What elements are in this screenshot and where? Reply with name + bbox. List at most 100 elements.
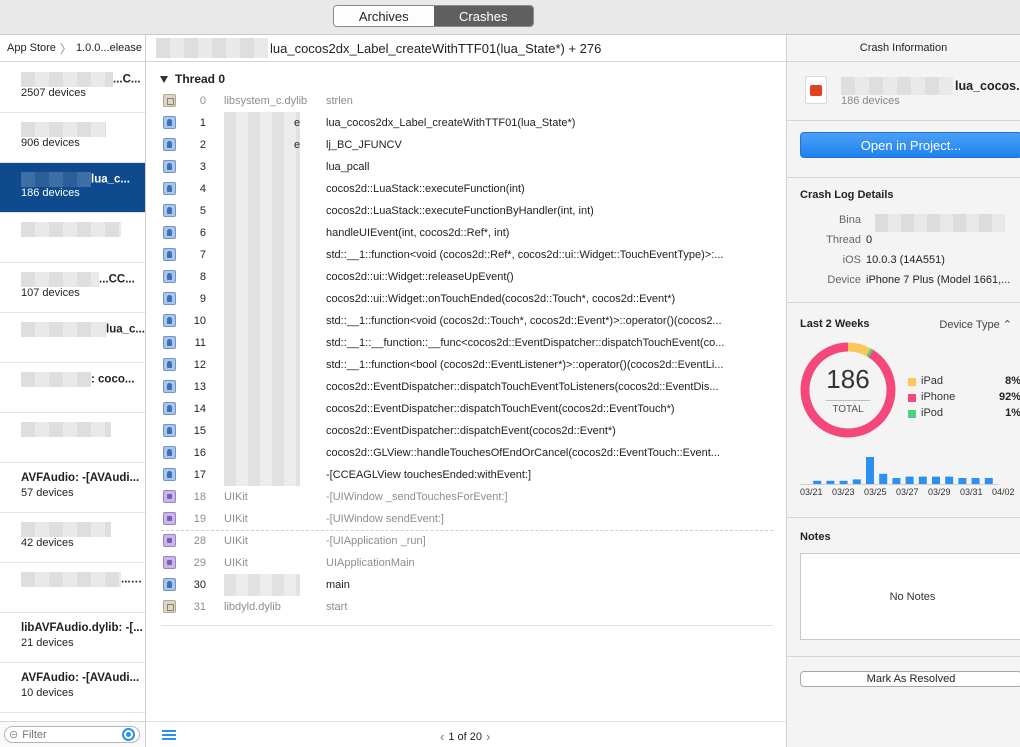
frame-symbol: cocos2d::ui::Widget::releaseUpEvent() xyxy=(326,271,514,283)
breadcrumb-version[interactable]: 1.0.0...elease xyxy=(76,42,142,54)
crash-group-item[interactable]: lua_c... 186 devices xyxy=(0,163,145,213)
crash-group-item[interactable]: lua_c... xyxy=(0,313,145,363)
frame-symbol: -[UIWindow sendEvent:] xyxy=(326,513,444,525)
crash-group-item[interactable]: AVFAudio: -[AVAudi... 10 devices xyxy=(0,663,145,713)
crashes-tab[interactable]: Crashes xyxy=(433,6,533,26)
open-in-project-button[interactable]: Open in Project... xyxy=(800,132,1020,158)
user-frame-icon xyxy=(163,270,176,283)
frame-row[interactable]: 18 UIKit -[UIWindow _sendTouchesForEvent:] xyxy=(146,486,786,508)
frame-row[interactable]: 5 cocos2d::LuaStack::executeFunctionByHan… xyxy=(146,200,786,222)
crash-group-item[interactable]: 906 devices xyxy=(0,113,145,163)
crash-group-item[interactable]: libAVFAudio.dylib: -[... 21 devices xyxy=(0,613,145,663)
last-two-weeks-title: Last 2 Weeks xyxy=(800,318,870,330)
thread-header[interactable]: Thread 0 xyxy=(160,72,225,86)
frame-row[interactable]: 30 main xyxy=(146,574,786,596)
frame-row[interactable]: 31 libdyld.dylib start xyxy=(146,596,786,618)
frame-row[interactable]: 17 -[CCEAGLView touchesEnded:withEvent:] xyxy=(146,464,786,486)
histogram-date-label: 03/27 xyxy=(896,487,919,497)
previous-arrow-icon[interactable]: ‹ xyxy=(436,729,448,744)
crash-group-item[interactable]: ...C... 2507 devices xyxy=(0,63,145,113)
archives-tab[interactable]: Archives xyxy=(334,6,434,26)
redacted-library xyxy=(224,266,300,288)
crash-group-item[interactable]: ...co... xyxy=(0,563,145,613)
crash-group-item[interactable]: ...CC... 107 devices xyxy=(0,263,145,313)
frame-row[interactable]: 12 std::__1::function<bool (cocos2d::Even… xyxy=(146,354,786,376)
donut-slice-ipod xyxy=(866,348,874,358)
histogram-date-label: 04/02 xyxy=(992,487,1015,497)
frame-row[interactable]: 0 libsystem_c.dylib strlen xyxy=(146,90,786,112)
frame-row[interactable]: 1 e lua_cocos2dx_Label_createWithTTF01(lua… xyxy=(146,112,786,134)
frame-row[interactable]: 19 UIKit -[UIWindow sendEvent:] xyxy=(146,508,786,530)
crash-group-item[interactable] xyxy=(0,413,145,463)
frame-row[interactable]: 11 std::__1::__function::__func<cocos2d::… xyxy=(146,332,786,354)
frame-row[interactable]: 13 cocos2d::EventDispatcher::dispatchTouc… xyxy=(146,376,786,398)
frame-symbol: -[UIWindow _sendTouchesForEvent:] xyxy=(326,491,508,503)
frame-row[interactable]: 15 cocos2d::EventDispatcher::dispatchEven… xyxy=(146,420,786,442)
redacted-title xyxy=(21,222,121,237)
app-summary: lua_cocos... 186 devices xyxy=(803,73,1020,113)
redacted-library xyxy=(224,288,300,310)
frame-gap-separator xyxy=(161,530,773,531)
redacted-title xyxy=(21,572,121,587)
frame-row[interactable]: 4 cocos2d::LuaStack::executeFunction(int) xyxy=(146,178,786,200)
frame-symbol: handleUIEvent(int, cocos2d::Ref*, int) xyxy=(326,227,510,239)
crash-group-item[interactable]: AVFAudio: -[AVAudi... 57 devices xyxy=(0,463,145,513)
donut-slice-ipad xyxy=(847,342,871,357)
crash-group-item[interactable]: 42 devices xyxy=(0,513,145,563)
backtrace-footer: ‹ 1 of 20 › xyxy=(146,721,786,747)
pager-label: 1 of 20 xyxy=(448,730,482,743)
frame-row[interactable]: 10 std::__1::function<void (cocos2d::Touc… xyxy=(146,310,786,332)
thread-label: Thread 0 xyxy=(175,72,226,86)
frame-row[interactable]: 28 UIKit -[UIApplication _run] xyxy=(146,530,786,552)
device-type-popup[interactable]: Device Type ⌃ xyxy=(939,318,1012,331)
frame-library: UIKit xyxy=(224,491,248,503)
target-icon[interactable] xyxy=(122,728,135,741)
device-donut-chart: 186 TOTAL xyxy=(798,340,898,440)
frame-row[interactable]: 8 cocos2d::ui::Widget::releaseUpEvent() xyxy=(146,266,786,288)
frame-row[interactable]: 14 cocos2d::EventDispatcher::dispatchTouc… xyxy=(146,398,786,420)
crash-group-title-text: ...co... xyxy=(121,573,145,586)
frame-library: libsystem_c.dylib xyxy=(224,95,308,107)
frame-number: 3 xyxy=(199,161,206,173)
frame-number: 18 xyxy=(193,491,206,503)
notes-box[interactable]: No Notes xyxy=(800,553,1020,640)
frame-row[interactable]: 6 handleUIEvent(int, cocos2d::Ref*, int) xyxy=(146,222,786,244)
frame-row[interactable]: 2 e lj_BC_JFUNCV xyxy=(146,134,786,156)
histogram-baseline xyxy=(800,484,999,485)
crash-title: lua_cocos2dx_Label_createWithTTF01(lua_S… xyxy=(270,40,602,56)
mark-as-resolved-button[interactable]: Mark As Resolved xyxy=(800,671,1020,687)
frame-row[interactable]: 16 cocos2d::GLView::handleTouchesOfEndOrC… xyxy=(146,442,786,464)
crash-group-devices: 2507 devices xyxy=(21,87,86,99)
crash-group-item[interactable]: : coco... xyxy=(0,363,145,413)
frame-number: 30 xyxy=(193,579,206,591)
frame-symbol: cocos2d::EventDispatcher::dispatchTouchE… xyxy=(326,403,675,415)
divider xyxy=(787,656,1020,657)
crash-group-title-text: lua_c... xyxy=(91,173,130,186)
frame-row[interactable]: 29 UIKit UIApplicationMain xyxy=(146,552,786,574)
list-view-icon[interactable] xyxy=(162,730,176,740)
frame-row[interactable]: 3 lua_pcall xyxy=(146,156,786,178)
filter-input[interactable] xyxy=(22,728,118,741)
crash-group-title: ...CC... xyxy=(21,272,145,287)
redacted-library xyxy=(224,332,300,354)
disclosure-triangle-icon[interactable] xyxy=(160,75,168,83)
frame-row[interactable]: 7 std::__1::function<void (cocos2d::Ref*,… xyxy=(146,244,786,266)
redacted-library xyxy=(224,420,300,442)
framework-frame-icon xyxy=(163,512,176,525)
panel-title: Crash Information xyxy=(787,35,1020,62)
frame-symbol: lua_cocos2dx_Label_createWithTTF01(lua_S… xyxy=(326,117,576,129)
next-arrow-icon[interactable]: › xyxy=(482,729,494,744)
crash-group-item[interactable] xyxy=(0,213,145,263)
frame-row[interactable]: 9 cocos2d::ui::Widget::onTouchEnded(cocos… xyxy=(146,288,786,310)
device-value: iPhone 7 Plus (Model 1661,... xyxy=(866,274,1011,286)
filter-icon: ⊝ xyxy=(9,729,19,741)
user-frame-icon xyxy=(163,226,176,239)
redacted-library xyxy=(224,222,300,244)
ios-key: iOS xyxy=(842,254,861,266)
system-frame-icon xyxy=(163,600,176,613)
user-frame-icon xyxy=(163,314,176,327)
crash-group-title xyxy=(21,122,145,137)
crash-group-title-text: AVFAudio: -[AVAudi... xyxy=(21,472,140,484)
breadcrumb-store[interactable]: App Store xyxy=(7,42,56,54)
redacted-title xyxy=(21,272,99,287)
